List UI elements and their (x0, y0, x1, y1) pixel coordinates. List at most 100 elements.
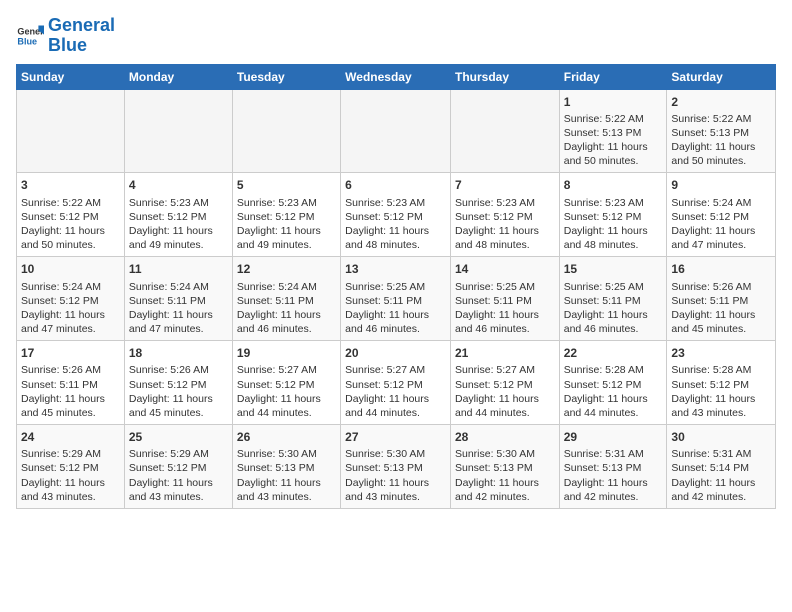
day-header-wednesday: Wednesday (341, 64, 451, 89)
day-info: Sunrise: 5:22 AM (21, 196, 120, 210)
calendar-cell: 13Sunrise: 5:25 AMSunset: 5:11 PMDayligh… (341, 257, 451, 341)
calendar-cell: 19Sunrise: 5:27 AMSunset: 5:12 PMDayligh… (232, 341, 340, 425)
day-info: Daylight: 11 hours and 49 minutes. (129, 224, 228, 252)
calendar-cell: 11Sunrise: 5:24 AMSunset: 5:11 PMDayligh… (124, 257, 232, 341)
day-number: 25 (129, 429, 228, 445)
svg-text:Blue: Blue (17, 36, 37, 46)
day-number: 7 (455, 177, 555, 193)
day-info: Sunset: 5:12 PM (455, 378, 555, 392)
calendar-cell: 17Sunrise: 5:26 AMSunset: 5:11 PMDayligh… (17, 341, 125, 425)
day-number: 3 (21, 177, 120, 193)
day-info: Daylight: 11 hours and 45 minutes. (671, 308, 771, 336)
day-info: Sunrise: 5:27 AM (345, 363, 446, 377)
calendar-cell: 9Sunrise: 5:24 AMSunset: 5:12 PMDaylight… (667, 173, 776, 257)
day-info: Daylight: 11 hours and 50 minutes. (21, 224, 120, 252)
day-info: Daylight: 11 hours and 48 minutes. (455, 224, 555, 252)
logo: General Blue GeneralBlue (16, 16, 115, 56)
day-info: Daylight: 11 hours and 47 minutes. (671, 224, 771, 252)
day-info: Sunset: 5:14 PM (671, 461, 771, 475)
day-header-tuesday: Tuesday (232, 64, 340, 89)
day-info: Daylight: 11 hours and 43 minutes. (345, 476, 446, 504)
calendar-cell (232, 89, 340, 173)
day-header-monday: Monday (124, 64, 232, 89)
day-info: Daylight: 11 hours and 44 minutes. (564, 392, 663, 420)
day-info: Sunset: 5:12 PM (345, 378, 446, 392)
day-info: Daylight: 11 hours and 44 minutes. (345, 392, 446, 420)
header: General Blue GeneralBlue (16, 16, 776, 56)
day-info: Sunset: 5:12 PM (21, 294, 120, 308)
day-number: 23 (671, 345, 771, 361)
day-info: Sunset: 5:13 PM (671, 126, 771, 140)
day-info: Sunset: 5:12 PM (129, 461, 228, 475)
day-info: Daylight: 11 hours and 45 minutes. (21, 392, 120, 420)
day-info: Sunrise: 5:30 AM (345, 447, 446, 461)
logo-text: GeneralBlue (48, 16, 115, 56)
calendar-cell: 22 Sunrise: 5:28 AMSunset: 5:12 PMDayligh… (559, 341, 667, 425)
day-info: Daylight: 11 hours and 50 minutes. (671, 140, 771, 168)
calendar-cell: 8Sunrise: 5:23 AMSunset: 5:12 PMDaylight… (559, 173, 667, 257)
calendar-cell: 2Sunrise: 5:22 AMSunset: 5:13 PMDaylight… (667, 89, 776, 173)
day-info: Sunrise: 5:24 AM (671, 196, 771, 210)
day-number: 16 (671, 261, 771, 277)
day-number: 6 (345, 177, 446, 193)
day-info: Sunset: 5:11 PM (21, 378, 120, 392)
day-info: Sunset: 5:11 PM (455, 294, 555, 308)
week-row-5: 24Sunrise: 5:29 AMSunset: 5:12 PMDayligh… (17, 425, 776, 509)
day-info: Sunset: 5:11 PM (671, 294, 771, 308)
day-info: Sunrise: 5:25 AM (345, 280, 446, 294)
day-info: Sunset: 5:12 PM (564, 378, 663, 392)
day-info: Sunset: 5:13 PM (237, 461, 336, 475)
day-number: 24 (21, 429, 120, 445)
day-info: Sunrise: 5:25 AM (564, 280, 663, 294)
day-info: Sunrise: 5:28 AM (671, 363, 771, 377)
day-number: 11 (129, 261, 228, 277)
day-info: Daylight: 11 hours and 45 minutes. (129, 392, 228, 420)
day-number: 10 (21, 261, 120, 277)
day-info: Sunset: 5:13 PM (564, 461, 663, 475)
day-info: Daylight: 11 hours and 43 minutes. (21, 476, 120, 504)
day-info: Sunrise: 5:28 AM (564, 363, 663, 377)
calendar-cell (341, 89, 451, 173)
day-info: Sunset: 5:12 PM (455, 210, 555, 224)
day-info: Sunrise: 5:24 AM (237, 280, 336, 294)
day-info: Sunrise: 5:31 AM (564, 447, 663, 461)
week-row-2: 3Sunrise: 5:22 AMSunset: 5:12 PMDaylight… (17, 173, 776, 257)
day-number: 19 (237, 345, 336, 361)
day-info: Sunrise: 5:23 AM (129, 196, 228, 210)
day-info: Daylight: 11 hours and 43 minutes. (671, 392, 771, 420)
day-header-saturday: Saturday (667, 64, 776, 89)
day-info: Daylight: 11 hours and 48 minutes. (345, 224, 446, 252)
calendar-cell: 6Sunrise: 5:23 AMSunset: 5:12 PMDaylight… (341, 173, 451, 257)
day-info: Sunrise: 5:30 AM (237, 447, 336, 461)
day-info: Daylight: 11 hours and 47 minutes. (21, 308, 120, 336)
day-info: Sunset: 5:12 PM (237, 378, 336, 392)
calendar-cell: 18Sunrise: 5:26 AMSunset: 5:12 PMDayligh… (124, 341, 232, 425)
day-info: Sunrise: 5:27 AM (237, 363, 336, 377)
day-info: Daylight: 11 hours and 42 minutes. (455, 476, 555, 504)
day-info: Daylight: 11 hours and 42 minutes. (564, 476, 663, 504)
day-info: Sunrise: 5:26 AM (21, 363, 120, 377)
day-info: Sunset: 5:12 PM (21, 461, 120, 475)
day-info: Sunset: 5:12 PM (21, 210, 120, 224)
calendar-cell: 24Sunrise: 5:29 AMSunset: 5:12 PMDayligh… (17, 425, 125, 509)
day-info: Sunset: 5:11 PM (564, 294, 663, 308)
calendar-cell: 1Sunrise: 5:22 AMSunset: 5:13 PMDaylight… (559, 89, 667, 173)
day-info: Daylight: 11 hours and 46 minutes. (564, 308, 663, 336)
day-info: Daylight: 11 hours and 46 minutes. (345, 308, 446, 336)
calendar-cell: 30Sunrise: 5:31 AMSunset: 5:14 PMDayligh… (667, 425, 776, 509)
day-info: Sunrise: 5:31 AM (671, 447, 771, 461)
day-info: Sunrise: 5:23 AM (455, 196, 555, 210)
day-number: 29 (564, 429, 663, 445)
calendar-cell: 29 Sunrise: 5:31 AMSunset: 5:13 PMDayligh… (559, 425, 667, 509)
day-info: Sunset: 5:12 PM (671, 210, 771, 224)
day-info: Sunrise: 5:30 AM (455, 447, 555, 461)
day-number: 22 (564, 345, 663, 361)
day-info: Sunrise: 5:25 AM (455, 280, 555, 294)
day-number: 1 (564, 94, 663, 110)
calendar-table: SundayMondayTuesdayWednesdayThursdayFrid… (16, 64, 776, 509)
day-info: Sunset: 5:13 PM (455, 461, 555, 475)
day-number: 13 (345, 261, 446, 277)
day-number: 20 (345, 345, 446, 361)
day-number: 28 (455, 429, 555, 445)
day-header-friday: Friday (559, 64, 667, 89)
